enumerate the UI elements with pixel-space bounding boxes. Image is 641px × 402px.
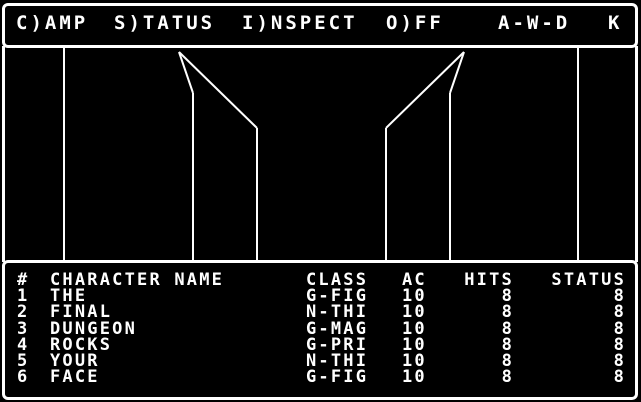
- character-status: 8: [613, 350, 626, 371]
- status-command[interactable]: S)TATUS: [114, 13, 215, 33]
- inspect-command[interactable]: I)NSPECT: [242, 13, 358, 33]
- hits-column: HITS 8 8 8 8 8 8: [448, 271, 514, 388]
- character-status: 8: [613, 286, 626, 307]
- character-class: G-FIG: [306, 367, 369, 388]
- character-ac: 10: [402, 367, 427, 388]
- num-column: # 1 2 3 4 5 6: [17, 271, 30, 388]
- character-status: 8: [613, 334, 626, 355]
- name-column: CHARACTER NAME THE FINAL DUNGEON ROCKS Y…: [50, 271, 224, 386]
- corridor-left-diagonal: [178, 51, 258, 129]
- move-keys-indicator[interactable]: A-W-D: [498, 13, 570, 33]
- off-command[interactable]: O)FF: [386, 13, 444, 33]
- ac-column: AC 10 10 10 10 10 10: [402, 271, 427, 388]
- character-status: 8: [613, 302, 626, 323]
- status-header: STATUS: [551, 270, 626, 290]
- corridor-right-diagonal: [385, 51, 465, 129]
- character-hits: 8: [501, 367, 514, 388]
- party-row-num: 6: [17, 367, 30, 388]
- camp-command[interactable]: C)AMP: [16, 13, 88, 33]
- kick-command[interactable]: K: [608, 13, 622, 33]
- character-status: 8: [613, 318, 626, 339]
- dungeon-wireframe-view: [63, 46, 579, 262]
- character-status: 8: [613, 367, 626, 388]
- status-column: STATUS 8 8 8 8 8 8: [530, 270, 626, 388]
- character-name[interactable]: FACE: [50, 369, 224, 386]
- class-column: CLASS G-FIG N-THI G-MAG G-PRI N-THI G-FI…: [306, 271, 369, 388]
